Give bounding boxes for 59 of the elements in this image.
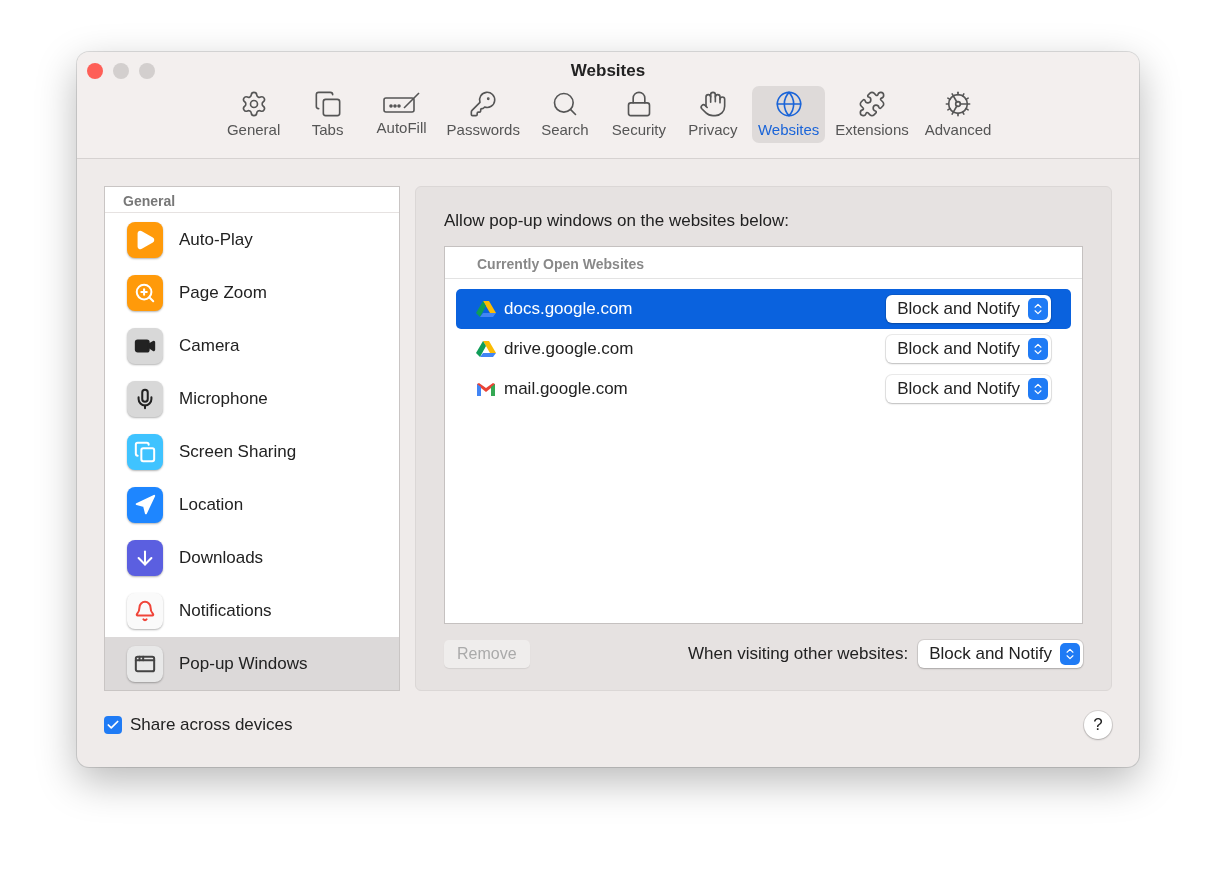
mail-icon: [476, 381, 496, 397]
squares-icon: [313, 90, 342, 118]
puzzle-icon: [858, 90, 887, 118]
zoom-icon: [127, 274, 163, 311]
setting-select[interactable]: Block and Notify: [886, 335, 1051, 363]
preferences-tab[interactable]: AutoFill: [366, 86, 437, 143]
sidebar-item[interactable]: Microphone: [105, 372, 399, 425]
website-row[interactable]: drive.google.com Block and Notify: [456, 329, 1071, 369]
stepper-icon: [1028, 378, 1048, 400]
website-row[interactable]: mail.google.com Block and Notify: [456, 369, 1071, 409]
preferences-tab[interactable]: Advanced: [918, 86, 998, 143]
stepper-icon: [1028, 338, 1048, 360]
sidebar-item[interactable]: Auto-Play: [105, 213, 399, 266]
preferences-tab[interactable]: General: [218, 86, 289, 143]
website-row[interactable]: docs.google.com Block and Notify: [456, 289, 1071, 329]
download-icon: [127, 539, 163, 576]
preferences-tab[interactable]: Security: [603, 86, 674, 143]
stepper-icon: [1028, 298, 1048, 320]
preferences-tab[interactable]: Tabs: [292, 86, 363, 143]
sidebar-item[interactable]: Downloads: [105, 531, 399, 584]
close-button[interactable]: [87, 63, 103, 79]
zoom-button[interactable]: [139, 63, 155, 79]
other-websites-label: When visiting other websites:: [688, 644, 909, 664]
camera-icon: [127, 327, 163, 364]
hand-icon: [698, 90, 727, 118]
sidebar-item[interactable]: Camera: [105, 319, 399, 372]
sidebar-header: General: [105, 187, 399, 213]
preferences-tab[interactable]: Search: [529, 86, 600, 143]
checkmark-icon: [106, 718, 120, 732]
globe-icon: [774, 90, 803, 118]
setting-select[interactable]: Block and Notify: [918, 640, 1083, 668]
preferences-tab[interactable]: Websites: [751, 86, 826, 143]
play-icon: [127, 221, 163, 258]
key-icon: [469, 90, 498, 118]
window-title: Websites: [570, 61, 646, 81]
microphone-icon: [127, 380, 163, 417]
bell-icon: [127, 592, 163, 629]
preferences-tab[interactable]: Passwords: [440, 86, 526, 143]
minimize-button[interactable]: [113, 63, 129, 79]
checkbox-label: Share across devices: [130, 715, 293, 735]
pen-field-icon: [381, 90, 422, 116]
panel-heading: Allow pop-up windows on the websites below:: [444, 211, 790, 231]
table-header: Currently Open Websites: [445, 247, 1082, 279]
stepper-icon: [1060, 643, 1080, 665]
screens-icon: [127, 433, 163, 470]
sidebar-item[interactable]: Page Zoom: [105, 266, 399, 319]
preferences-tab[interactable]: Privacy: [677, 86, 748, 143]
sidebar-item[interactable]: Screen Sharing: [105, 425, 399, 478]
sidebar-item[interactable]: Notifications: [105, 584, 399, 637]
windows-icon: [127, 645, 163, 682]
checkbox[interactable]: [104, 716, 122, 734]
sidebar-item[interactable]: Pop-up Windows: [105, 637, 399, 690]
setting-select[interactable]: Block and Notify: [886, 375, 1051, 403]
preferences-tab[interactable]: Extensions: [829, 86, 915, 143]
setting-select[interactable]: Block and Notify: [886, 295, 1051, 323]
help-button[interactable]: ?: [1084, 711, 1112, 739]
drive-icon: [476, 340, 496, 358]
drive-icon: [476, 300, 496, 318]
sidebar-item[interactable]: Location: [105, 478, 399, 531]
